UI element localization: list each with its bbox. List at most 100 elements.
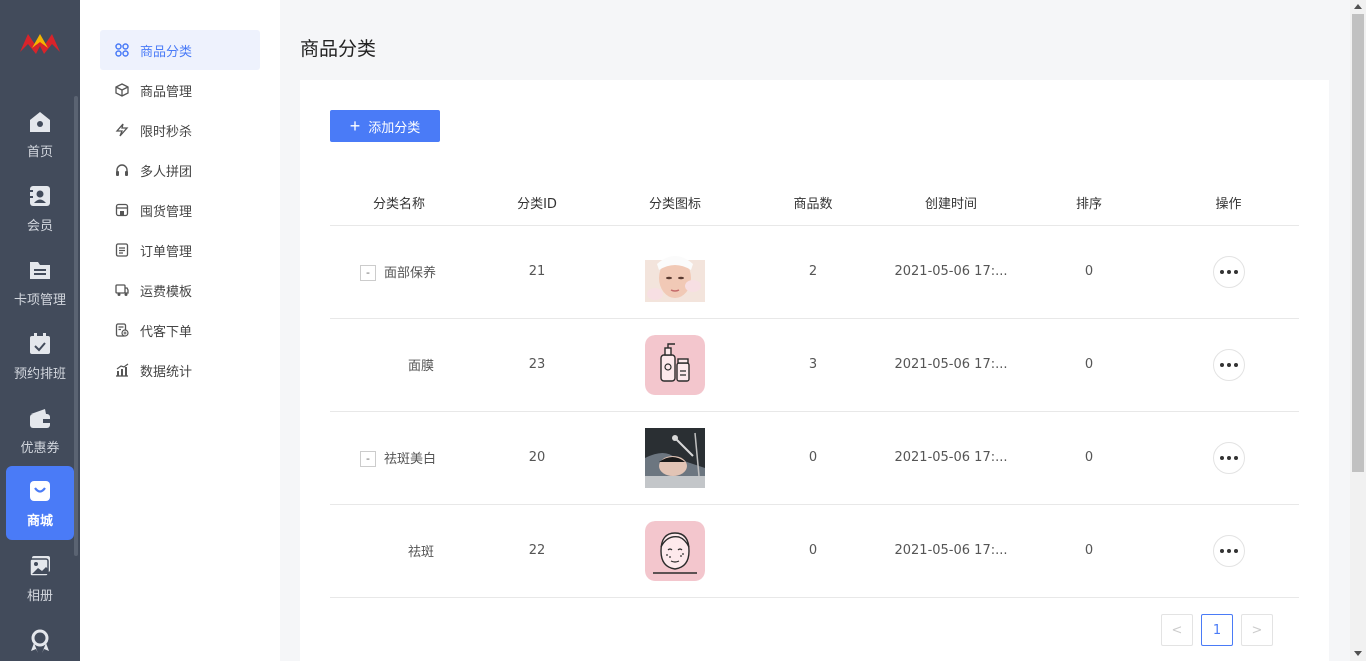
sort-order: 0 xyxy=(1020,411,1158,505)
cube-icon xyxy=(114,82,130,98)
rail-item-album[interactable]: 相册 xyxy=(6,542,74,614)
submenu-item-label: 多人拼团 xyxy=(140,164,193,180)
submenu-item-orders[interactable]: 订单管理 xyxy=(100,230,260,270)
header-count: 商品数 xyxy=(744,180,882,226)
category-table: 分类名称 分类ID 分类图标 商品数 创建时间 排序 操作 -面部保养 21 xyxy=(330,180,1299,598)
submenu-item-label: 限时秒杀 xyxy=(140,124,193,140)
page-scrollbar[interactable] xyxy=(1350,0,1366,661)
category-icon-cell xyxy=(606,504,744,598)
rail-scrollbar[interactable] xyxy=(74,96,78,556)
product-count: 3 xyxy=(744,318,882,412)
rail-item-label: 优惠券 xyxy=(20,440,60,456)
award-icon xyxy=(27,628,53,654)
rail-item-appointment[interactable]: 预约排班 xyxy=(6,320,74,392)
category-icon-cell xyxy=(606,318,744,412)
category-name: 面部保养 xyxy=(384,265,437,281)
page-1-button[interactable]: 1 xyxy=(1201,614,1233,646)
face-care-photo xyxy=(645,241,705,302)
scrollbar-thumb[interactable] xyxy=(1352,14,1364,472)
more-actions-button[interactable] xyxy=(1212,255,1245,288)
sort-order: 0 xyxy=(1020,225,1158,319)
rail-item-label: 首页 xyxy=(26,144,53,160)
rail-item-coupon[interactable]: 优惠券 xyxy=(6,394,74,466)
order-add-icon xyxy=(114,322,130,338)
table-row: 面膜 23 3 2021-05-06 17:... 0 xyxy=(330,318,1299,412)
header-id: 分类ID xyxy=(468,180,606,226)
category-icon-cell xyxy=(606,225,744,319)
category-name: 祛斑 xyxy=(408,545,435,560)
created-time: 2021-05-06 17:... xyxy=(882,318,1020,412)
shopping-bag-icon xyxy=(27,478,53,504)
actions-cell xyxy=(1158,318,1299,412)
rail-item-member[interactable]: 会员 xyxy=(6,172,74,244)
table-row: - 祛斑美白 20 0 2021-05-06 17:... 0 xyxy=(330,411,1299,505)
scroll-up-arrow-icon[interactable] xyxy=(1354,4,1362,9)
plus-icon: + xyxy=(349,116,361,136)
whitening-photo xyxy=(645,427,705,488)
header-name: 分类名称 xyxy=(330,180,468,226)
submenu-item-category[interactable]: 商品分类 xyxy=(100,30,260,70)
header-created: 创建时间 xyxy=(882,180,1020,226)
more-actions-button[interactable] xyxy=(1212,441,1245,474)
category-name-cell: - 面部保养 xyxy=(330,225,468,319)
rail-item-label: 卡项管理 xyxy=(13,292,66,308)
actions-cell xyxy=(1158,411,1299,505)
collapse-toggle[interactable]: - xyxy=(360,451,376,468)
album-icon xyxy=(27,553,53,579)
category-id: 23 xyxy=(468,318,606,412)
product-count: 0 xyxy=(744,504,882,598)
freckle-face-icon xyxy=(645,520,705,581)
sort-order: 0 xyxy=(1020,504,1158,598)
submenu-item-label: 数据统计 xyxy=(140,364,193,380)
more-actions-button[interactable] xyxy=(1212,534,1245,567)
chart-icon xyxy=(114,362,130,378)
category-id: 22 xyxy=(468,504,606,598)
header-actions: 操作 xyxy=(1158,180,1299,226)
brand-logo-icon xyxy=(18,26,62,62)
collapse-toggle[interactable]: - xyxy=(360,265,376,282)
category-name: 祛斑美白 xyxy=(384,451,437,467)
rail-item-mall[interactable]: 商城 xyxy=(6,466,74,540)
submenu-item-products[interactable]: 商品管理 xyxy=(100,70,260,110)
actions-cell xyxy=(1158,504,1299,598)
store-icon xyxy=(114,202,130,218)
rail-item-label: 商城 xyxy=(26,513,53,529)
table-row: - 面部保养 21 2 2021-05-06 17:... 0 xyxy=(330,225,1299,319)
rail-item-more[interactable] xyxy=(6,616,74,661)
submenu-item-label: 代客下单 xyxy=(140,324,193,340)
created-time: 2021-05-06 17:... xyxy=(882,504,1020,598)
submenu-item-proxy-order[interactable]: 代客下单 xyxy=(100,310,260,350)
category-icon-cell xyxy=(606,411,744,505)
submenu-item-group-buy[interactable]: 多人拼团 xyxy=(100,150,260,190)
scroll-down-arrow-icon[interactable] xyxy=(1354,651,1362,656)
rail-item-label: 预约排班 xyxy=(13,366,66,382)
category-name-cell: 面膜 xyxy=(330,318,468,412)
header-sort: 排序 xyxy=(1020,180,1158,226)
next-page-button[interactable]: > xyxy=(1241,614,1273,646)
submenu-item-stock[interactable]: 囤货管理 xyxy=(100,190,260,230)
truck-icon xyxy=(114,282,130,298)
submenu-item-flash-sale[interactable]: 限时秒杀 xyxy=(100,110,260,150)
category-name: 面膜 xyxy=(408,359,435,374)
created-time: 2021-05-06 17:... xyxy=(882,225,1020,319)
product-count: 0 xyxy=(744,411,882,505)
submenu-item-statistics[interactable]: 数据统计 xyxy=(100,350,260,390)
submenu-item-label: 订单管理 xyxy=(140,244,193,260)
product-count: 2 xyxy=(744,225,882,319)
rail-item-home[interactable]: 首页 xyxy=(6,98,74,170)
add-category-button[interactable]: + 添加分类 xyxy=(330,110,440,142)
submenu-item-shipping[interactable]: 运费模板 xyxy=(100,270,260,310)
rail-item-label: 相册 xyxy=(26,588,53,604)
headset-icon xyxy=(114,162,130,178)
prev-page-button[interactable]: < xyxy=(1161,614,1193,646)
page-title: 商品分类 xyxy=(300,38,377,60)
rail-item-label: 会员 xyxy=(26,218,53,234)
more-actions-button[interactable] xyxy=(1212,348,1245,381)
lightning-icon xyxy=(114,122,130,138)
wallet-icon xyxy=(27,405,53,431)
document-icon xyxy=(114,242,130,258)
home-icon xyxy=(27,109,53,135)
category-id: 21 xyxy=(468,225,606,319)
rail-item-card-management[interactable]: 卡项管理 xyxy=(6,246,74,318)
add-category-label: 添加分类 xyxy=(368,119,421,135)
